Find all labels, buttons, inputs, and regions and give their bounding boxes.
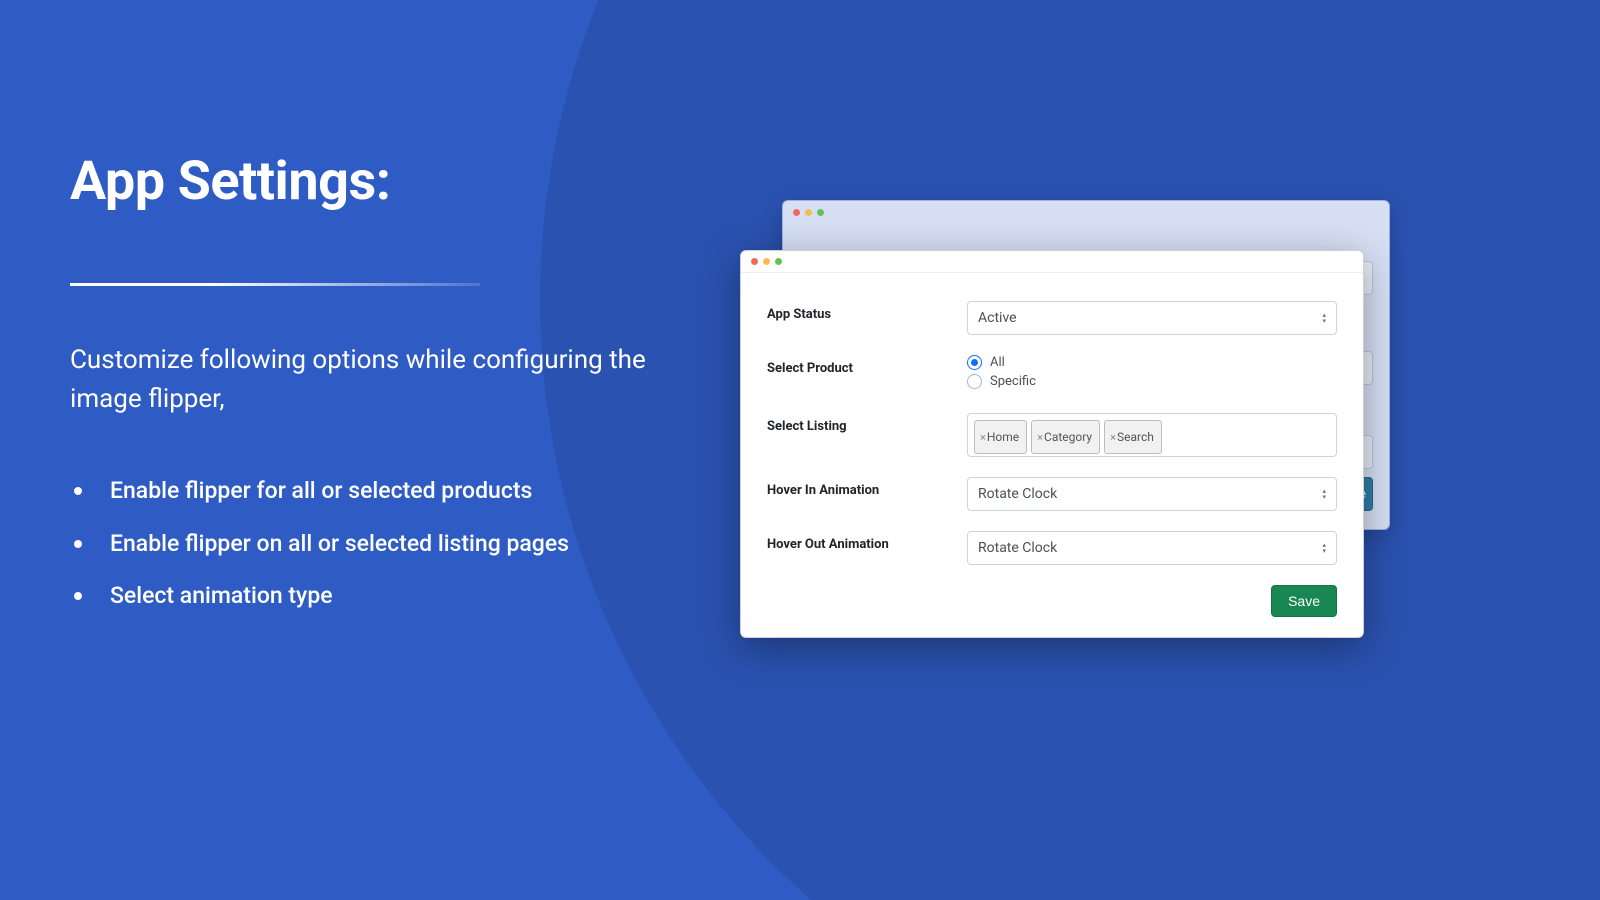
hover-out-value: Rotate Clock <box>978 540 1057 556</box>
listing-tag-category[interactable]: ×Category <box>1031 420 1100 454</box>
hero-subtitle: Customize following options while config… <box>70 341 690 419</box>
hover-in-value: Rotate Clock <box>978 486 1057 502</box>
hover-out-select[interactable]: Rotate Clock ▴▾ <box>967 531 1337 565</box>
settings-window: App Status Active ▴▾ Select Product All … <box>740 250 1364 638</box>
hero-bullet: Enable flipper on all or selected listin… <box>70 527 690 562</box>
page-title: App Settings: <box>70 150 690 213</box>
divider <box>70 283 480 286</box>
listing-tag-search[interactable]: ×Search <box>1104 420 1162 454</box>
app-status-value: Active <box>978 310 1017 326</box>
window-close-icon <box>793 209 800 216</box>
radio-unchecked-icon <box>967 374 982 389</box>
chevron-updown-icon: ▴▾ <box>1322 488 1326 500</box>
window-chrome <box>741 251 1363 273</box>
hover-in-label: Hover In Animation <box>767 477 967 511</box>
close-icon: × <box>1037 431 1043 444</box>
save-button[interactable]: Save <box>1271 585 1337 617</box>
chevron-updown-icon: ▴▾ <box>1322 312 1326 324</box>
app-status-select[interactable]: Active ▴▾ <box>967 301 1337 335</box>
hero-bullet: Select animation type <box>70 579 690 614</box>
window-min-icon <box>805 209 812 216</box>
select-product-label: Select Product <box>767 355 967 393</box>
hero-bullet-list: Enable flipper for all or selected produ… <box>70 474 690 614</box>
hover-out-label: Hover Out Animation <box>767 531 967 565</box>
window-min-icon[interactable] <box>763 258 770 265</box>
chevron-updown-icon: ▴▾ <box>1322 542 1326 554</box>
select-listing-tags-input[interactable]: ×Home ×Category ×Search <box>967 413 1337 457</box>
app-status-label: App Status <box>767 301 967 335</box>
radio-checked-icon <box>967 355 982 370</box>
hover-in-select[interactable]: Rotate Clock ▴▾ <box>967 477 1337 511</box>
window-close-icon[interactable] <box>751 258 758 265</box>
select-product-radio-specific[interactable]: Specific <box>967 374 1337 389</box>
listing-tag-home[interactable]: ×Home <box>974 420 1027 454</box>
hero-copy: App Settings: Customize following option… <box>70 150 690 632</box>
window-chrome <box>783 201 1389 223</box>
select-listing-label: Select Listing <box>767 413 967 457</box>
hero-bullet: Enable flipper for all or selected produ… <box>70 474 690 509</box>
window-max-icon <box>817 209 824 216</box>
select-product-radio-all[interactable]: All <box>967 355 1337 370</box>
close-icon: × <box>980 431 986 444</box>
window-max-icon[interactable] <box>775 258 782 265</box>
settings-form: App Status Active ▴▾ Select Product All … <box>741 273 1363 637</box>
close-icon: × <box>1110 431 1116 444</box>
